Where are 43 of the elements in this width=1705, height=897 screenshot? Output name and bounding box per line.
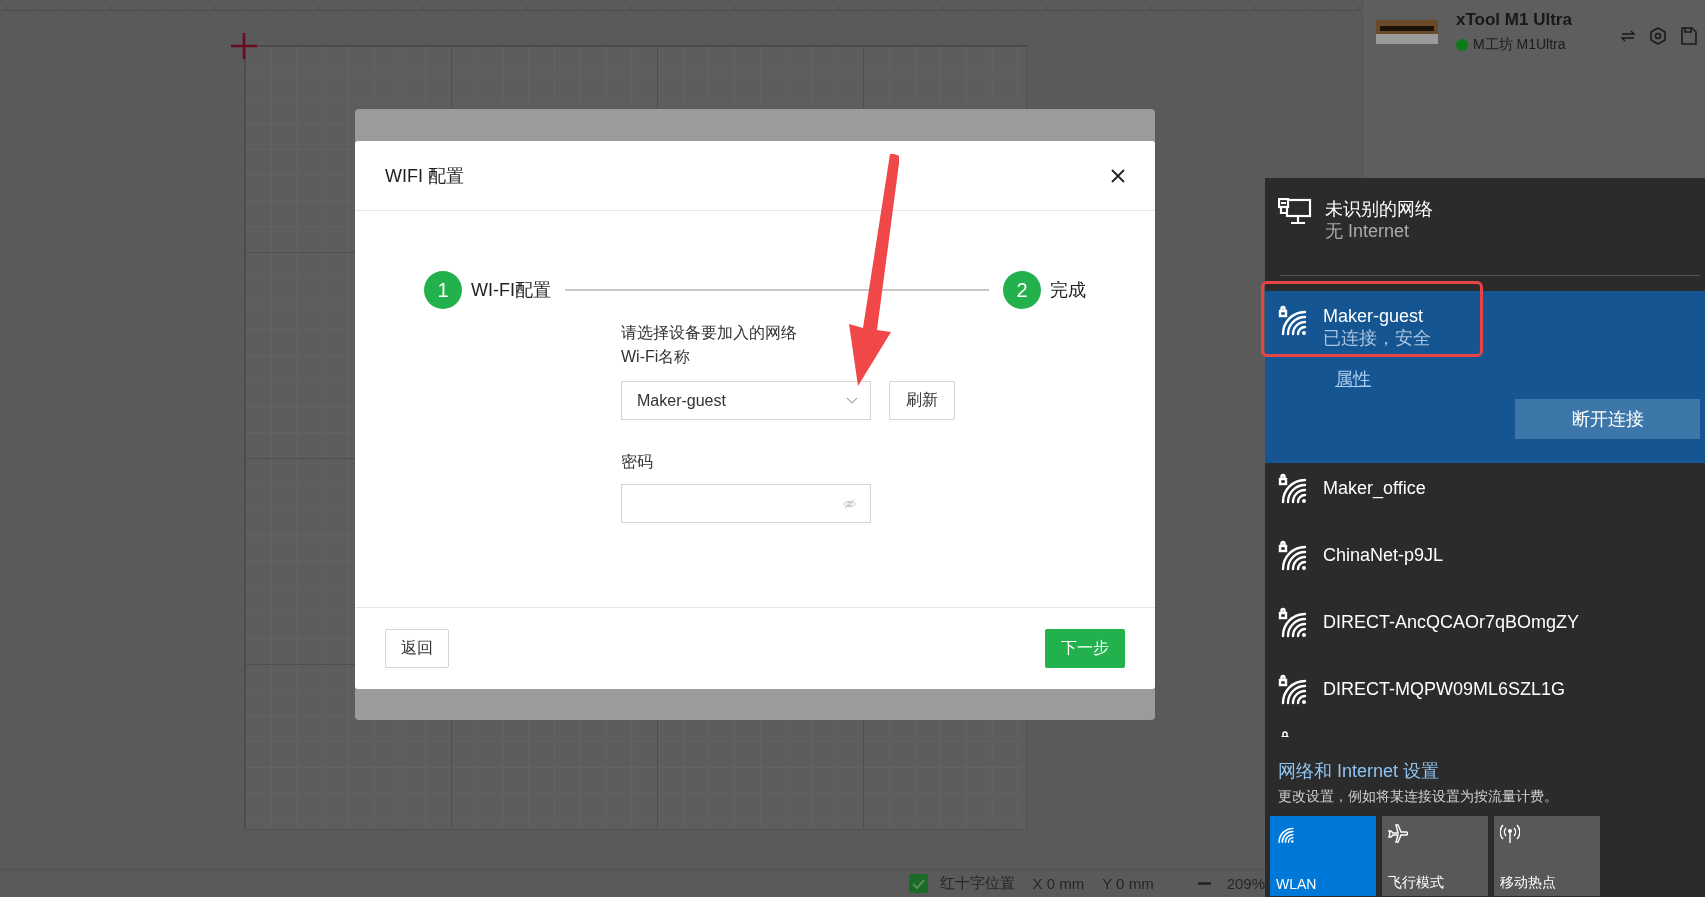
- network-item[interactable]: ChinaNet-p9JL: [1265, 530, 1705, 597]
- field-label: 密码: [621, 452, 654, 472]
- settings-icon[interactable]: [1649, 27, 1667, 45]
- step-label: WI-FI配置: [471, 279, 551, 302]
- airplane-icon: [1388, 824, 1408, 844]
- properties-link[interactable]: 属性: [1335, 367, 1371, 391]
- network-status: 已连接，安全: [1323, 327, 1431, 349]
- device-name: xTool M1 Ultra: [1456, 10, 1573, 30]
- selected-network[interactable]: Maker-guest 已连接，安全 属性 断开连接: [1265, 291, 1705, 463]
- field-label: Wi-Fi名称: [621, 347, 692, 367]
- network-select[interactable]: Maker-guest: [621, 381, 871, 420]
- network-item[interactable]: DIRECT-MQPW09ML6SZL1G: [1265, 664, 1705, 731]
- checkbox[interactable]: [908, 874, 928, 893]
- dialog-title: WIFI 配置: [385, 164, 464, 188]
- network-name: 未识别的网络: [1325, 198, 1433, 220]
- quick-action-tile[interactable]: 移动热点: [1494, 816, 1600, 896]
- network-name: Maker-guest: [1323, 305, 1425, 327]
- save-icon[interactable]: [1681, 27, 1697, 45]
- network-item[interactable]: DIRECT-AncQCAOr7qBOmgZY: [1265, 597, 1705, 664]
- zoom-out-icon[interactable]: [1197, 882, 1211, 885]
- device-image: [1376, 18, 1438, 46]
- prompt-text: 请选择设备要加入的网络: [621, 323, 798, 343]
- settings-hint: 更改设置，例如将某连接设置为按流量计费。: [1278, 788, 1559, 806]
- network-item[interactable]: Maker_office: [1265, 463, 1705, 530]
- step-number: 1: [424, 271, 462, 309]
- step-label: 完成: [1050, 279, 1086, 302]
- password-field[interactable]: [621, 484, 871, 523]
- back-button[interactable]: 返回: [385, 629, 449, 668]
- close-icon[interactable]: [1111, 168, 1125, 183]
- wired-network-icon: [1278, 198, 1312, 226]
- swap-icon[interactable]: [1621, 30, 1635, 42]
- settings-link[interactable]: 网络和 Internet 设置: [1278, 759, 1705, 783]
- network-status: 无 Internet: [1325, 220, 1411, 242]
- device-status: M工坊 M1Ultra: [1473, 36, 1566, 54]
- chevron-down-icon: [846, 397, 858, 404]
- hotspot-icon: [1500, 824, 1520, 844]
- crosshair-icon: [230, 32, 258, 60]
- step-number: 2: [1003, 271, 1041, 309]
- refresh-button[interactable]: 刷新: [889, 381, 955, 420]
- quick-action-tile[interactable]: 飞行模式: [1382, 816, 1488, 896]
- disconnect-button[interactable]: 断开连接: [1515, 399, 1700, 439]
- hidden-eye-icon[interactable]: [843, 496, 856, 511]
- quick-action-tile[interactable]: WLAN: [1270, 816, 1376, 896]
